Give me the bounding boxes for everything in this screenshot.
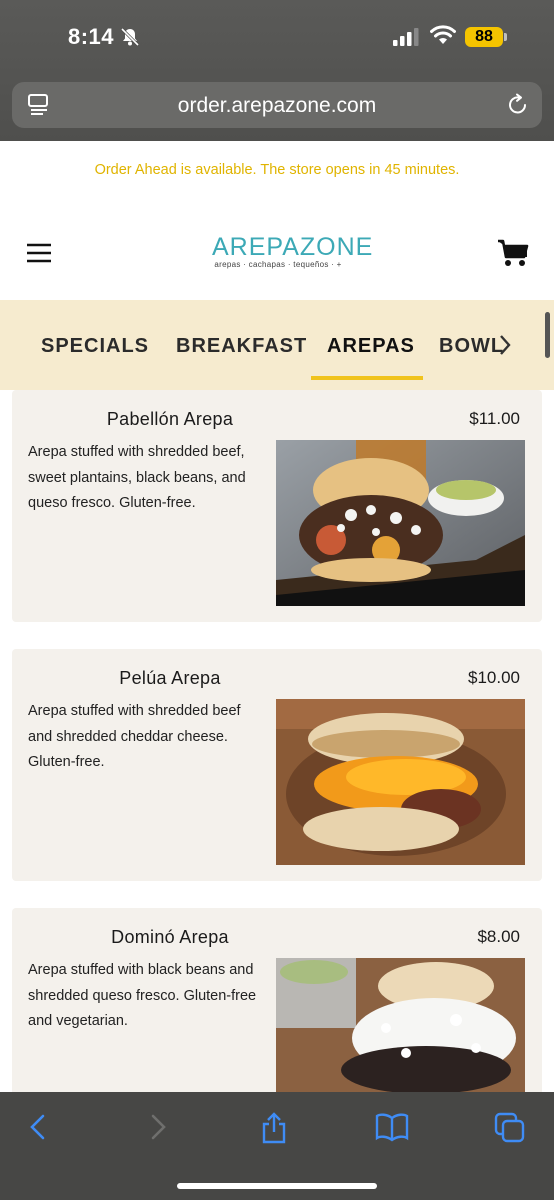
item-price: $11.00 [469, 409, 520, 428]
tab-specials[interactable]: SPECIALS [41, 335, 149, 358]
item-description: Arepa stuffed with shredded beef and shr… [28, 703, 241, 770]
tabs-icon[interactable] [494, 1112, 526, 1144]
item-photo[interactable] [276, 699, 525, 865]
url-text[interactable]: order.arepazone.com [12, 94, 542, 118]
wifi-icon [430, 25, 456, 44]
reload-icon[interactable] [507, 93, 529, 117]
item-description: Arepa stuffed with shredded beef, sweet … [28, 444, 246, 511]
item-title: Dominó Arepa [111, 927, 229, 947]
store-notice: Order Ahead is available. The store open… [94, 162, 460, 178]
item-title: Pelúa Arepa [119, 668, 221, 688]
battery-icon: 88 [465, 27, 503, 47]
logo-tagline: arepas · cachapas · tequeños · + [214, 260, 342, 269]
arepazone-logo[interactable]: AREPAZONE arepas · cachapas · tequeños ·… [212, 233, 374, 274]
status-time: 8:14 [68, 24, 115, 49]
menu-item-card[interactable]: Pelúa Arepa $10.00 Arepa stuffed with sh… [12, 649, 542, 881]
tab-breakfast[interactable]: BREAKFAST [176, 335, 307, 358]
item-description: Arepa stuffed with black beans and shred… [28, 962, 257, 1029]
home-indicator[interactable] [177, 1183, 377, 1189]
cart-icon[interactable] [497, 238, 529, 268]
signal-icon [393, 28, 419, 46]
active-tab-underline [311, 376, 423, 380]
bell-off-icon [120, 27, 140, 47]
tab-arepas[interactable]: AREPAS [327, 335, 415, 358]
bookmarks-icon[interactable] [375, 1112, 409, 1142]
share-icon[interactable] [260, 1112, 288, 1144]
battery-tip [504, 33, 507, 41]
menu-item-card[interactable]: Dominó Arepa $8.00 Arepa stuffed with bl… [12, 908, 542, 1108]
item-price: $10.00 [468, 668, 520, 687]
browser-top-bar: 8:14 88 order.arepazone.com [0, 0, 554, 141]
logo-wordmark: AREPAZONE [212, 233, 374, 261]
category-nav: SPECIALS BREAKFAST AREPAS BOWL [0, 300, 554, 390]
item-title: Pabellón Arepa [106, 409, 234, 429]
item-photo[interactable] [276, 958, 525, 1108]
scrollbar[interactable] [545, 312, 550, 358]
back-icon[interactable] [28, 1112, 48, 1142]
address-bar[interactable]: order.arepazone.com [12, 82, 542, 128]
chevron-right-icon[interactable] [498, 334, 512, 356]
tab-bowl[interactable]: BOWL [439, 335, 505, 358]
menu-item-card[interactable]: Pabellón Arepa $11.00 Arepa stuffed with… [12, 390, 542, 622]
hamburger-menu-icon[interactable] [26, 243, 52, 263]
forward-icon[interactable] [148, 1112, 168, 1142]
item-photo[interactable] [276, 440, 525, 606]
item-price: $8.00 [477, 927, 520, 946]
